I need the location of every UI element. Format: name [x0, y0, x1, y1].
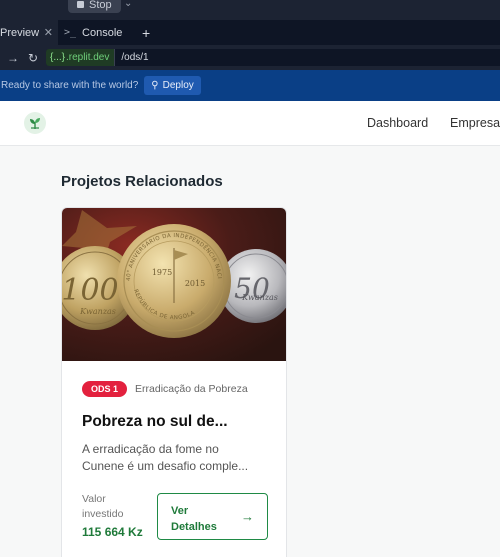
invest-value: 115 664 Kz [82, 525, 143, 539]
tab-console-label: Console [82, 26, 123, 39]
nav-empresa[interactable]: Empresa [450, 116, 500, 130]
leaf-icon [30, 118, 40, 129]
coin-right-sub: Kwanzas [241, 293, 278, 302]
url-path: /ods/1 [121, 52, 149, 63]
add-tab-button[interactable]: + [142, 25, 150, 41]
nav-dashboard[interactable]: Dashboard [367, 116, 428, 130]
card-description: A erradicação da fome no Cunene é um des… [82, 441, 268, 475]
forward-icon[interactable]: → [6, 51, 20, 65]
replit-tab-bar: Preview ✕ >_ Console + [0, 20, 500, 45]
reload-icon[interactable]: ↻ [26, 51, 40, 65]
deploy-label: Deploy [162, 80, 194, 91]
terminal-icon: >_ [64, 27, 77, 38]
stop-label: Stop [89, 0, 112, 11]
deploy-prompt: Ready to share with the world? [1, 80, 139, 91]
url-host: {...} .replit.dev [46, 49, 116, 66]
section-title: Projetos Relacionados [61, 173, 223, 190]
tab-preview-label: Preview [0, 26, 40, 39]
project-card[interactable]: 100 Kwanzas 50 Kwanzas 40° ANIVERSÁRIO D… [61, 207, 287, 557]
deploy-button[interactable]: ⚲ Deploy [144, 76, 201, 95]
rocket-icon: ⚲ [151, 80, 159, 91]
stop-button[interactable]: Stop [68, 0, 121, 13]
card-description-line: Cunene é um desafio comple... [82, 459, 249, 473]
coin-left-sub: Kwanzas [79, 307, 116, 316]
tab-console[interactable]: >_ Console [58, 20, 138, 45]
badge-row: ODS 1 Erradicação da Pobreza [82, 381, 248, 397]
app-logo[interactable] [24, 112, 46, 134]
braces-icon: {...} [50, 52, 66, 63]
app-header: Dashboard Empresa [0, 101, 500, 146]
close-icon[interactable]: ✕ [44, 26, 53, 39]
card-description-line: A erradicação da fome no [82, 442, 219, 456]
coin-center-year-1: 1975 [152, 268, 172, 277]
url-field[interactable]: {...} .replit.dev /ods/1 [46, 49, 500, 66]
category-label: Erradicação da Pobreza [135, 383, 248, 395]
url-host-text: .replit.dev [66, 52, 110, 63]
project-image: 100 Kwanzas 50 Kwanzas 40° ANIVERSÁRIO D… [62, 208, 286, 361]
invest-label: Valor investido [82, 493, 124, 520]
chevron-down-icon[interactable]: ⌄ [124, 0, 132, 9]
ods-badge: ODS 1 [82, 381, 128, 397]
arrow-right-icon: → [241, 509, 254, 524]
coin-center-year-2: 2015 [185, 279, 205, 288]
card-title[interactable]: Pobreza no sul de... [82, 413, 272, 431]
replit-top-bar: Stop ⌄ [0, 0, 500, 20]
deploy-banner: Ready to share with the world? ⚲ Deploy [0, 70, 500, 101]
tab-preview[interactable]: Preview ✕ [0, 20, 58, 45]
details-button[interactable]: Ver Detalhes → [157, 493, 268, 540]
stop-icon [77, 1, 84, 8]
url-bar: → ↻ {...} .replit.dev /ods/1 [0, 45, 500, 70]
coin-left-value: 100 [62, 273, 119, 308]
